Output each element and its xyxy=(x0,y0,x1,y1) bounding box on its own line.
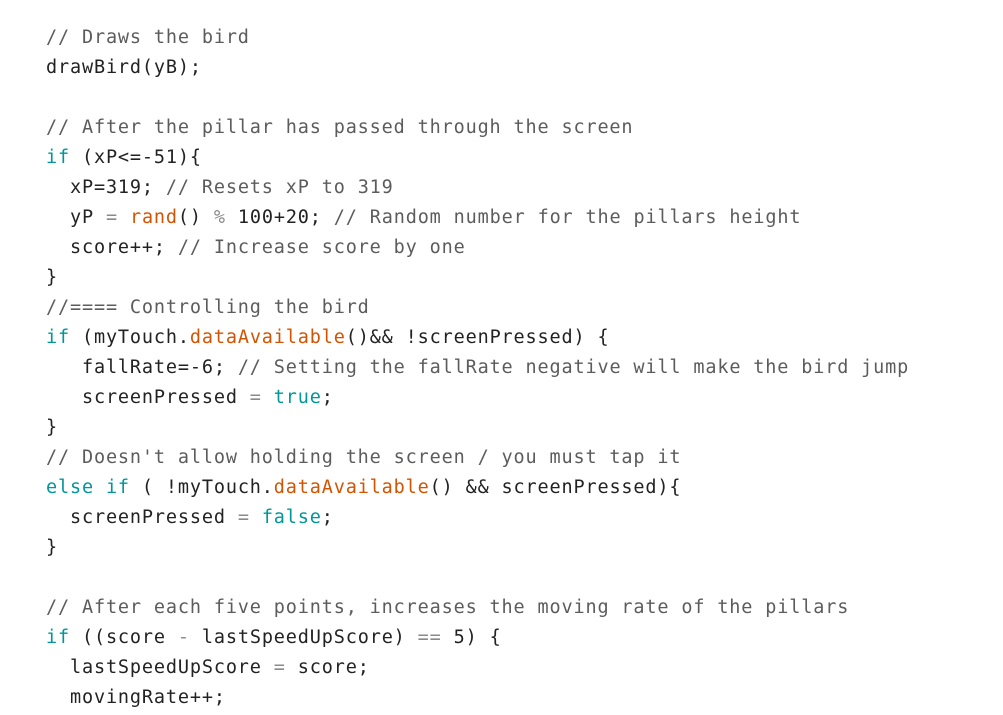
code-token-text: lastSpeedUpScore xyxy=(46,657,274,678)
code-token-func: dataAvailable xyxy=(189,327,346,348)
code-line: // After each five points, increases the… xyxy=(46,593,909,623)
code-token-comment: //==== Controlling the bird xyxy=(46,297,370,318)
code-token-keyword: if xyxy=(46,327,70,348)
code-token-text: () && screenPressed){ xyxy=(429,477,682,498)
code-token-text: } xyxy=(46,417,58,438)
code-token-text: } xyxy=(46,537,58,558)
code-token-text: screenPressed xyxy=(46,507,238,528)
code-line: screenPressed = true; xyxy=(46,383,909,413)
code-token-func: rand xyxy=(129,207,178,228)
code-line: xP=319; // Resets xP to 319 xyxy=(46,173,909,203)
code-token-text: score++; xyxy=(46,237,178,258)
code-token-op: % xyxy=(213,207,226,228)
code-token-comment: // Increase score by one xyxy=(177,237,466,258)
code-token-text: ((score xyxy=(69,627,178,648)
code-token-text: () xyxy=(177,207,214,228)
code-token-text: fallRate=-6; xyxy=(46,357,238,378)
code-token-text: ; xyxy=(321,507,334,528)
code-token-keyword: if xyxy=(46,147,70,168)
code-token-op: = xyxy=(273,657,286,678)
code-line: } xyxy=(46,533,909,563)
code-token-text: lastSpeedUpScore) xyxy=(189,627,418,648)
code-token-op: = xyxy=(237,507,250,528)
code-token-text: yP xyxy=(46,207,106,228)
code-token-comment: // Draws the bird xyxy=(46,27,250,48)
code-line: drawBird(yB); xyxy=(46,53,909,83)
code-token-text: 5) { xyxy=(441,627,502,648)
code-line: else if ( !myTouch.dataAvailable() && sc… xyxy=(46,473,909,503)
code-token-keyword: if xyxy=(46,627,70,648)
code-token-text: movingRate++; xyxy=(46,687,226,708)
code-token-comment: // Resets xP to 319 xyxy=(165,177,394,198)
code-line: if (myTouch.dataAvailable()&& !screenPre… xyxy=(46,323,909,353)
code-line: } xyxy=(46,413,909,443)
code-line: } xyxy=(46,263,909,293)
code-token-op: = xyxy=(249,387,262,408)
code-token-text: } xyxy=(46,267,58,288)
code-token-text: ()&& !screenPressed) { xyxy=(345,327,610,348)
code-line: movingRate++; xyxy=(46,683,909,713)
code-token-op: == xyxy=(417,627,442,648)
code-line: score++; // Increase score by one xyxy=(46,233,909,263)
code-line: screenPressed = false; xyxy=(46,503,909,533)
code-line: lastSpeedUpScore = score; xyxy=(46,653,909,683)
code-token-keyword: true xyxy=(273,387,322,408)
code-token-keyword: false xyxy=(261,507,322,528)
code-token-text: ; xyxy=(321,387,334,408)
code-token-text: xP=319; xyxy=(46,177,166,198)
code-line: //==== Controlling the bird xyxy=(46,293,909,323)
code-block: // Draws the bird drawBird(yB); // After t… xyxy=(46,23,909,713)
code-token-text: (myTouch. xyxy=(69,327,190,348)
code-line: yP = rand() % 100+20; // Random number f… xyxy=(46,203,909,233)
code-token-keyword: else if xyxy=(46,477,130,498)
code-token-text: ( !myTouch. xyxy=(129,477,274,498)
code-line: // After the pillar has passed through t… xyxy=(46,113,909,143)
code-token-text: 100+20; xyxy=(225,207,334,228)
code-line: // Doesn't allow holding the screen / yo… xyxy=(46,443,909,473)
code-token-comment: // Random number for the pillars height xyxy=(333,207,802,228)
code-line: fallRate=-6; // Setting the fallRate neg… xyxy=(46,353,909,383)
code-line: if ((score - lastSpeedUpScore) == 5) { xyxy=(46,623,909,653)
code-token-comment: // Setting the fallRate negative will ma… xyxy=(237,357,910,378)
code-token-comment: // After the pillar has passed through t… xyxy=(46,117,634,138)
code-token-text: (xP<=-51){ xyxy=(69,147,202,168)
code-token-text: score; xyxy=(285,657,370,678)
code-line: if (xP<=-51){ xyxy=(46,143,909,173)
code-token-comment: // Doesn't allow holding the screen / yo… xyxy=(46,447,682,468)
code-token-op: = xyxy=(105,207,118,228)
code-line: // Draws the bird xyxy=(46,23,909,53)
code-token-text: screenPressed xyxy=(46,387,250,408)
code-token-comment: // After each five points, increases the… xyxy=(46,597,850,618)
code-token-op: - xyxy=(177,627,190,648)
code-token-text: drawBird(yB); xyxy=(46,57,202,78)
code-token-func: dataAvailable xyxy=(273,477,430,498)
